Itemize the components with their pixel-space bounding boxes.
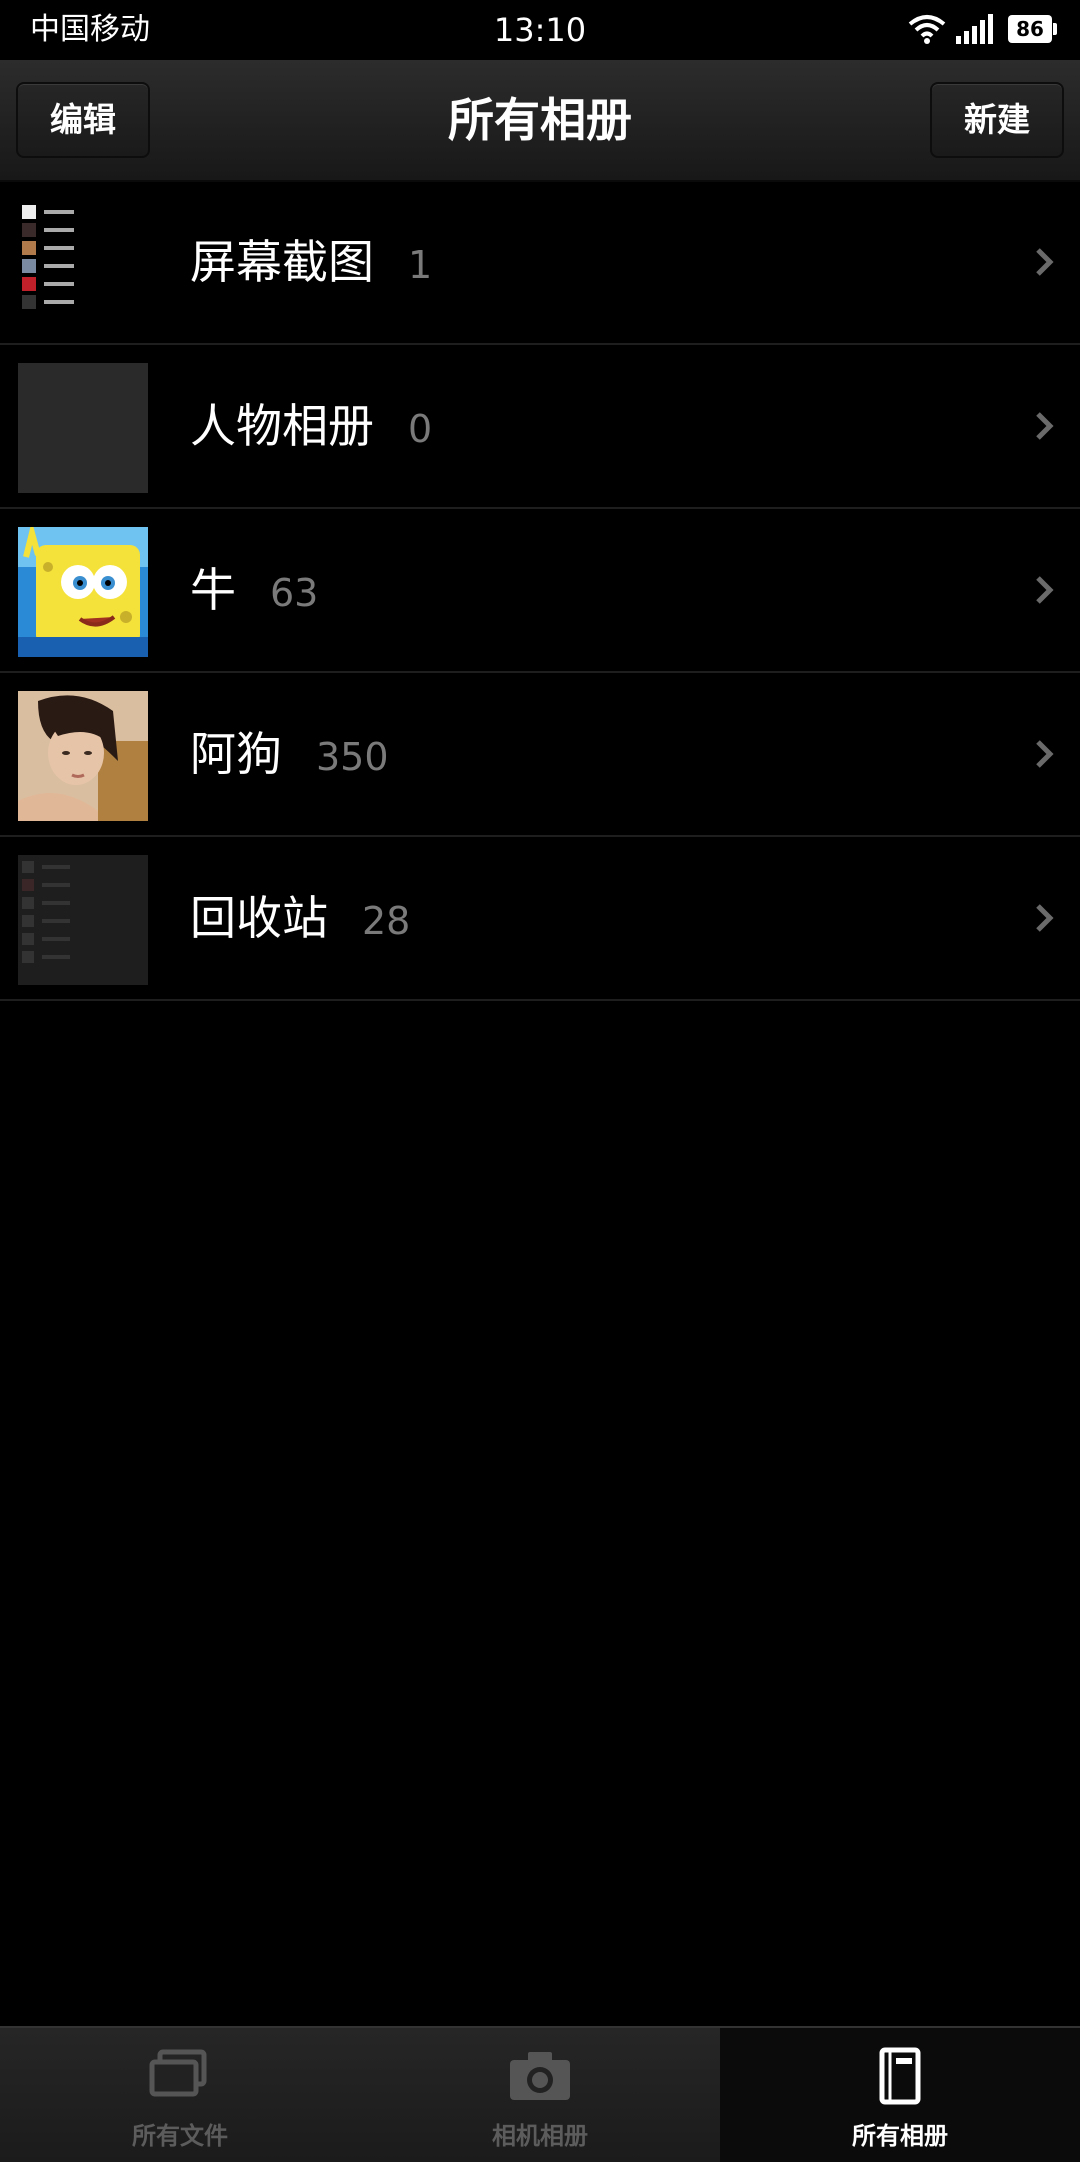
album-count: 28 [362,899,411,943]
new-album-button[interactable]: 新建 [930,82,1064,158]
album-name-text: 屏幕截图 [190,235,374,289]
album-name-text: 牛 [190,563,236,617]
bottom-tab-bar: 所有文件 相机相册 所有相册 [0,2026,1080,2162]
portrait-photo-image [18,691,148,821]
tab-label: 所有相册 [852,2122,948,2150]
tab-camera-album[interactable]: 相机相册 [360,2028,720,2162]
album-row-people[interactable]: 人物相册 0 [0,345,1080,509]
chevron-right-icon [1036,904,1054,932]
album-thumbnail [18,199,148,329]
album-thumbnail [18,527,148,657]
tab-label: 所有文件 [132,2122,228,2150]
chevron-right-icon [1036,248,1054,276]
album-row-recycle-bin[interactable]: 回收站 28 [0,837,1080,1001]
album-row-screenshots[interactable]: 屏幕截图 1 [0,181,1080,345]
album-count: 63 [270,571,319,615]
files-icon [149,2049,207,2097]
chevron-right-icon [1036,412,1054,440]
battery-icon: 86 [1008,15,1057,43]
album-title: 屏幕截图 1 [190,181,432,346]
album-title: 阿狗 350 [190,673,389,838]
tab-label: 相机相册 [492,2122,588,2150]
sponge-character-image [18,527,148,657]
album-thumbnail [18,363,148,493]
album-list: 屏幕截图 1 人物相册 0 牛 63 阿狗 350 回收站 28 [0,181,1080,1001]
album-thumbnail [18,691,148,821]
page-title: 所有相册 [448,93,632,147]
edit-button[interactable]: 编辑 [16,82,150,158]
album-row-niu[interactable]: 牛 63 [0,509,1080,673]
wifi-icon [908,15,946,44]
album-icon [879,2047,921,2105]
album-title: 人物相册 0 [190,345,432,510]
album-count: 350 [316,735,389,779]
camera-icon [510,2052,570,2100]
album-thumbnail [18,855,148,985]
album-title: 回收站 28 [190,837,410,1002]
album-title: 牛 63 [190,509,318,674]
album-row-agou[interactable]: 阿狗 350 [0,673,1080,837]
top-navigation-bar: 所有相册 编辑 新建 [0,60,1080,182]
chevron-right-icon [1036,740,1054,768]
album-count: 1 [408,243,433,287]
chevron-right-icon [1036,576,1054,604]
signal-icon [956,14,993,44]
album-count: 0 [408,407,433,451]
tab-all-albums[interactable]: 所有相册 [720,2028,1080,2162]
tab-all-files[interactable]: 所有文件 [0,2028,360,2162]
status-bar: 中国移动 13:10 86 [0,0,1080,60]
album-name-text: 人物相册 [190,399,374,453]
album-name-text: 回收站 [190,891,328,945]
album-name-text: 阿狗 [190,727,282,781]
